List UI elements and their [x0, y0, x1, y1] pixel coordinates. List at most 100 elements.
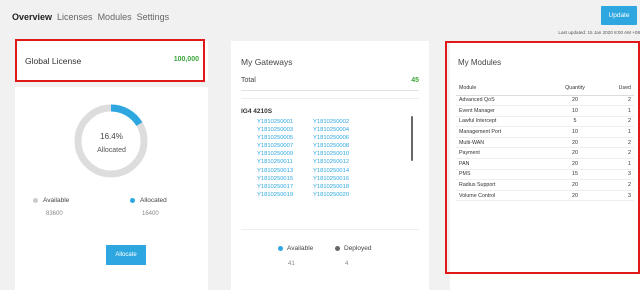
gateway-serial-link[interactable]: Y1810250017 [257, 183, 313, 191]
allocated-center-label: Allocated [97, 147, 126, 154]
table-row: PAN 20 1 [456, 158, 634, 170]
module-quantity: 20 [544, 137, 606, 149]
modules-table-header: Module Quantity Used [456, 81, 634, 96]
available-value: 83600 [46, 211, 63, 217]
table-row: Management Port 10 1 [456, 126, 634, 138]
module-name: PAN [456, 158, 544, 170]
module-used: 2 [606, 95, 634, 107]
gateways-card: My Gateways Total 45 IG4 4210S Y18102500… [231, 41, 429, 290]
legend-allocated: Allocated [130, 197, 167, 204]
table-row: Multi-WAN 20 2 [456, 137, 634, 149]
gateway-serial-link[interactable]: Y1810250019 [257, 191, 313, 199]
module-used: 2 [606, 179, 634, 191]
gateways-deployed-label: Deployed [344, 245, 372, 252]
module-quantity: 20 [544, 190, 606, 202]
module-name: Volume Control [456, 190, 544, 202]
allocate-button[interactable]: Allocate [106, 245, 146, 265]
module-name: Advanced QoS [456, 95, 544, 107]
module-name: Event Manager [456, 105, 544, 117]
gateway-serial-link[interactable]: Y1810250013 [257, 167, 313, 175]
module-used: 3 [606, 190, 634, 202]
gateway-serial-link[interactable]: Y1810250007 [257, 142, 313, 150]
gateways-deployed-value: 4 [345, 261, 349, 267]
available-dot [33, 198, 38, 203]
gateway-serial-link[interactable]: Y1810250014 [313, 167, 369, 175]
gateway-serial-link[interactable]: Y1810250003 [257, 126, 313, 134]
module-quantity: 10 [544, 105, 606, 117]
gateways-total-label: Total [241, 77, 256, 84]
gateway-serial-link[interactable]: Y1810250008 [313, 142, 369, 150]
allocated-percent: 16.4% [100, 132, 123, 141]
allocated-value: 16400 [142, 211, 159, 217]
gateway-list-scrollbar[interactable] [411, 116, 413, 161]
module-used: 2 [606, 137, 634, 149]
modules-title: My Modules [458, 58, 502, 67]
tab-licenses[interactable]: Licenses [57, 12, 93, 22]
module-name: Lawful Intercept [456, 116, 544, 128]
module-quantity: 15 [544, 169, 606, 181]
module-quantity: 20 [544, 158, 606, 170]
table-row: Event Manager 10 1 [456, 105, 634, 117]
table-row: Volume Control 20 3 [456, 190, 634, 202]
table-row: Lawful Intercept 5 2 [456, 116, 634, 128]
module-quantity: 5 [544, 116, 606, 128]
module-used: 1 [606, 158, 634, 170]
table-row: PMS 15 3 [456, 169, 634, 181]
gateway-serial-link[interactable]: Y1810250002 [313, 118, 369, 126]
gateway-serial-link[interactable]: Y1810250011 [257, 158, 313, 166]
module-used: 1 [606, 105, 634, 117]
gateway-serial-link[interactable]: Y1810250015 [257, 175, 313, 183]
gateway-group-name: IG4 4210S [241, 108, 273, 115]
legend-allocated-label: Allocated [140, 197, 167, 204]
update-button[interactable]: Update [601, 6, 637, 25]
gateway-serial-link[interactable]: Y1810250004 [313, 126, 369, 134]
gateways-available-label: Available [287, 245, 314, 252]
tab-overview[interactable]: Overview [12, 12, 52, 22]
tab-modules[interactable]: Modules [98, 12, 132, 22]
gateway-serial-link[interactable]: Y1810250001 [257, 118, 313, 126]
gateway-serial-link[interactable]: Y1810250020 [313, 191, 369, 199]
gateway-serial-link[interactable]: Y1810250012 [313, 158, 369, 166]
legend-gateways-deployed: Deployed [335, 245, 371, 252]
module-name: Radius Support [456, 179, 544, 191]
module-quantity: 10 [544, 126, 606, 138]
gateway-serial-link[interactable]: Y1810250005 [257, 134, 313, 142]
gateways-available-dot [278, 246, 283, 251]
global-license-total: 100,000 [173, 56, 199, 63]
gateway-serial-grid: Y1810250001 Y1810250002 Y1810250003 Y181… [257, 118, 369, 199]
module-quantity: 20 [544, 147, 606, 160]
global-license-card: 16.4% Allocated Available 83600 Allocate… [15, 87, 208, 290]
tab-settings[interactable]: Settings [137, 12, 170, 22]
gateway-serial-link[interactable]: Y1810250006 [313, 134, 369, 142]
global-license-header-card: Global License 100,000 [15, 41, 208, 81]
gateways-title: My Gateways [241, 57, 293, 67]
module-name: PMS [456, 169, 544, 181]
gateway-serial-link[interactable]: Y1810250010 [313, 150, 369, 158]
gateway-serial-link[interactable]: Y1810250009 [257, 150, 313, 158]
table-row: Payment 20 2 [456, 147, 634, 160]
module-used: 1 [606, 126, 634, 138]
modules-table: Module Quantity Used Advanced QoS 20 2 Eve… [456, 81, 634, 202]
module-name: Payment [456, 147, 544, 160]
module-name: Management Port [456, 126, 544, 138]
column-header-quantity: Quantity [544, 81, 606, 96]
allocation-donut-chart [74, 104, 148, 178]
module-used: 3 [606, 169, 634, 181]
gateway-serial-link[interactable]: Y1810250018 [313, 183, 369, 191]
gateway-serial-link[interactable]: Y1810250016 [313, 175, 369, 183]
gateways-available-value: 41 [288, 261, 295, 267]
gateway-list[interactable]: IG4 4210S Y1810250001 Y1810250002 Y18102… [241, 98, 419, 230]
module-name: Multi-WAN [456, 137, 544, 149]
modules-card: My Modules Module Quantity Used Advanced… [450, 41, 640, 290]
gateways-deployed-dot [335, 246, 340, 251]
module-quantity: 20 [544, 179, 606, 191]
global-license-title: Global License [25, 56, 82, 66]
gateways-total-value: 45 [411, 77, 419, 84]
module-quantity: 20 [544, 95, 606, 107]
column-header-used: Used [606, 81, 634, 96]
legend-gateways-available: Available [278, 245, 313, 252]
module-used: 2 [606, 116, 634, 128]
legend-available-label: Available [43, 197, 70, 204]
top-nav: Overview Licenses Modules Settings [12, 12, 169, 22]
legend-available: Available [33, 197, 69, 204]
